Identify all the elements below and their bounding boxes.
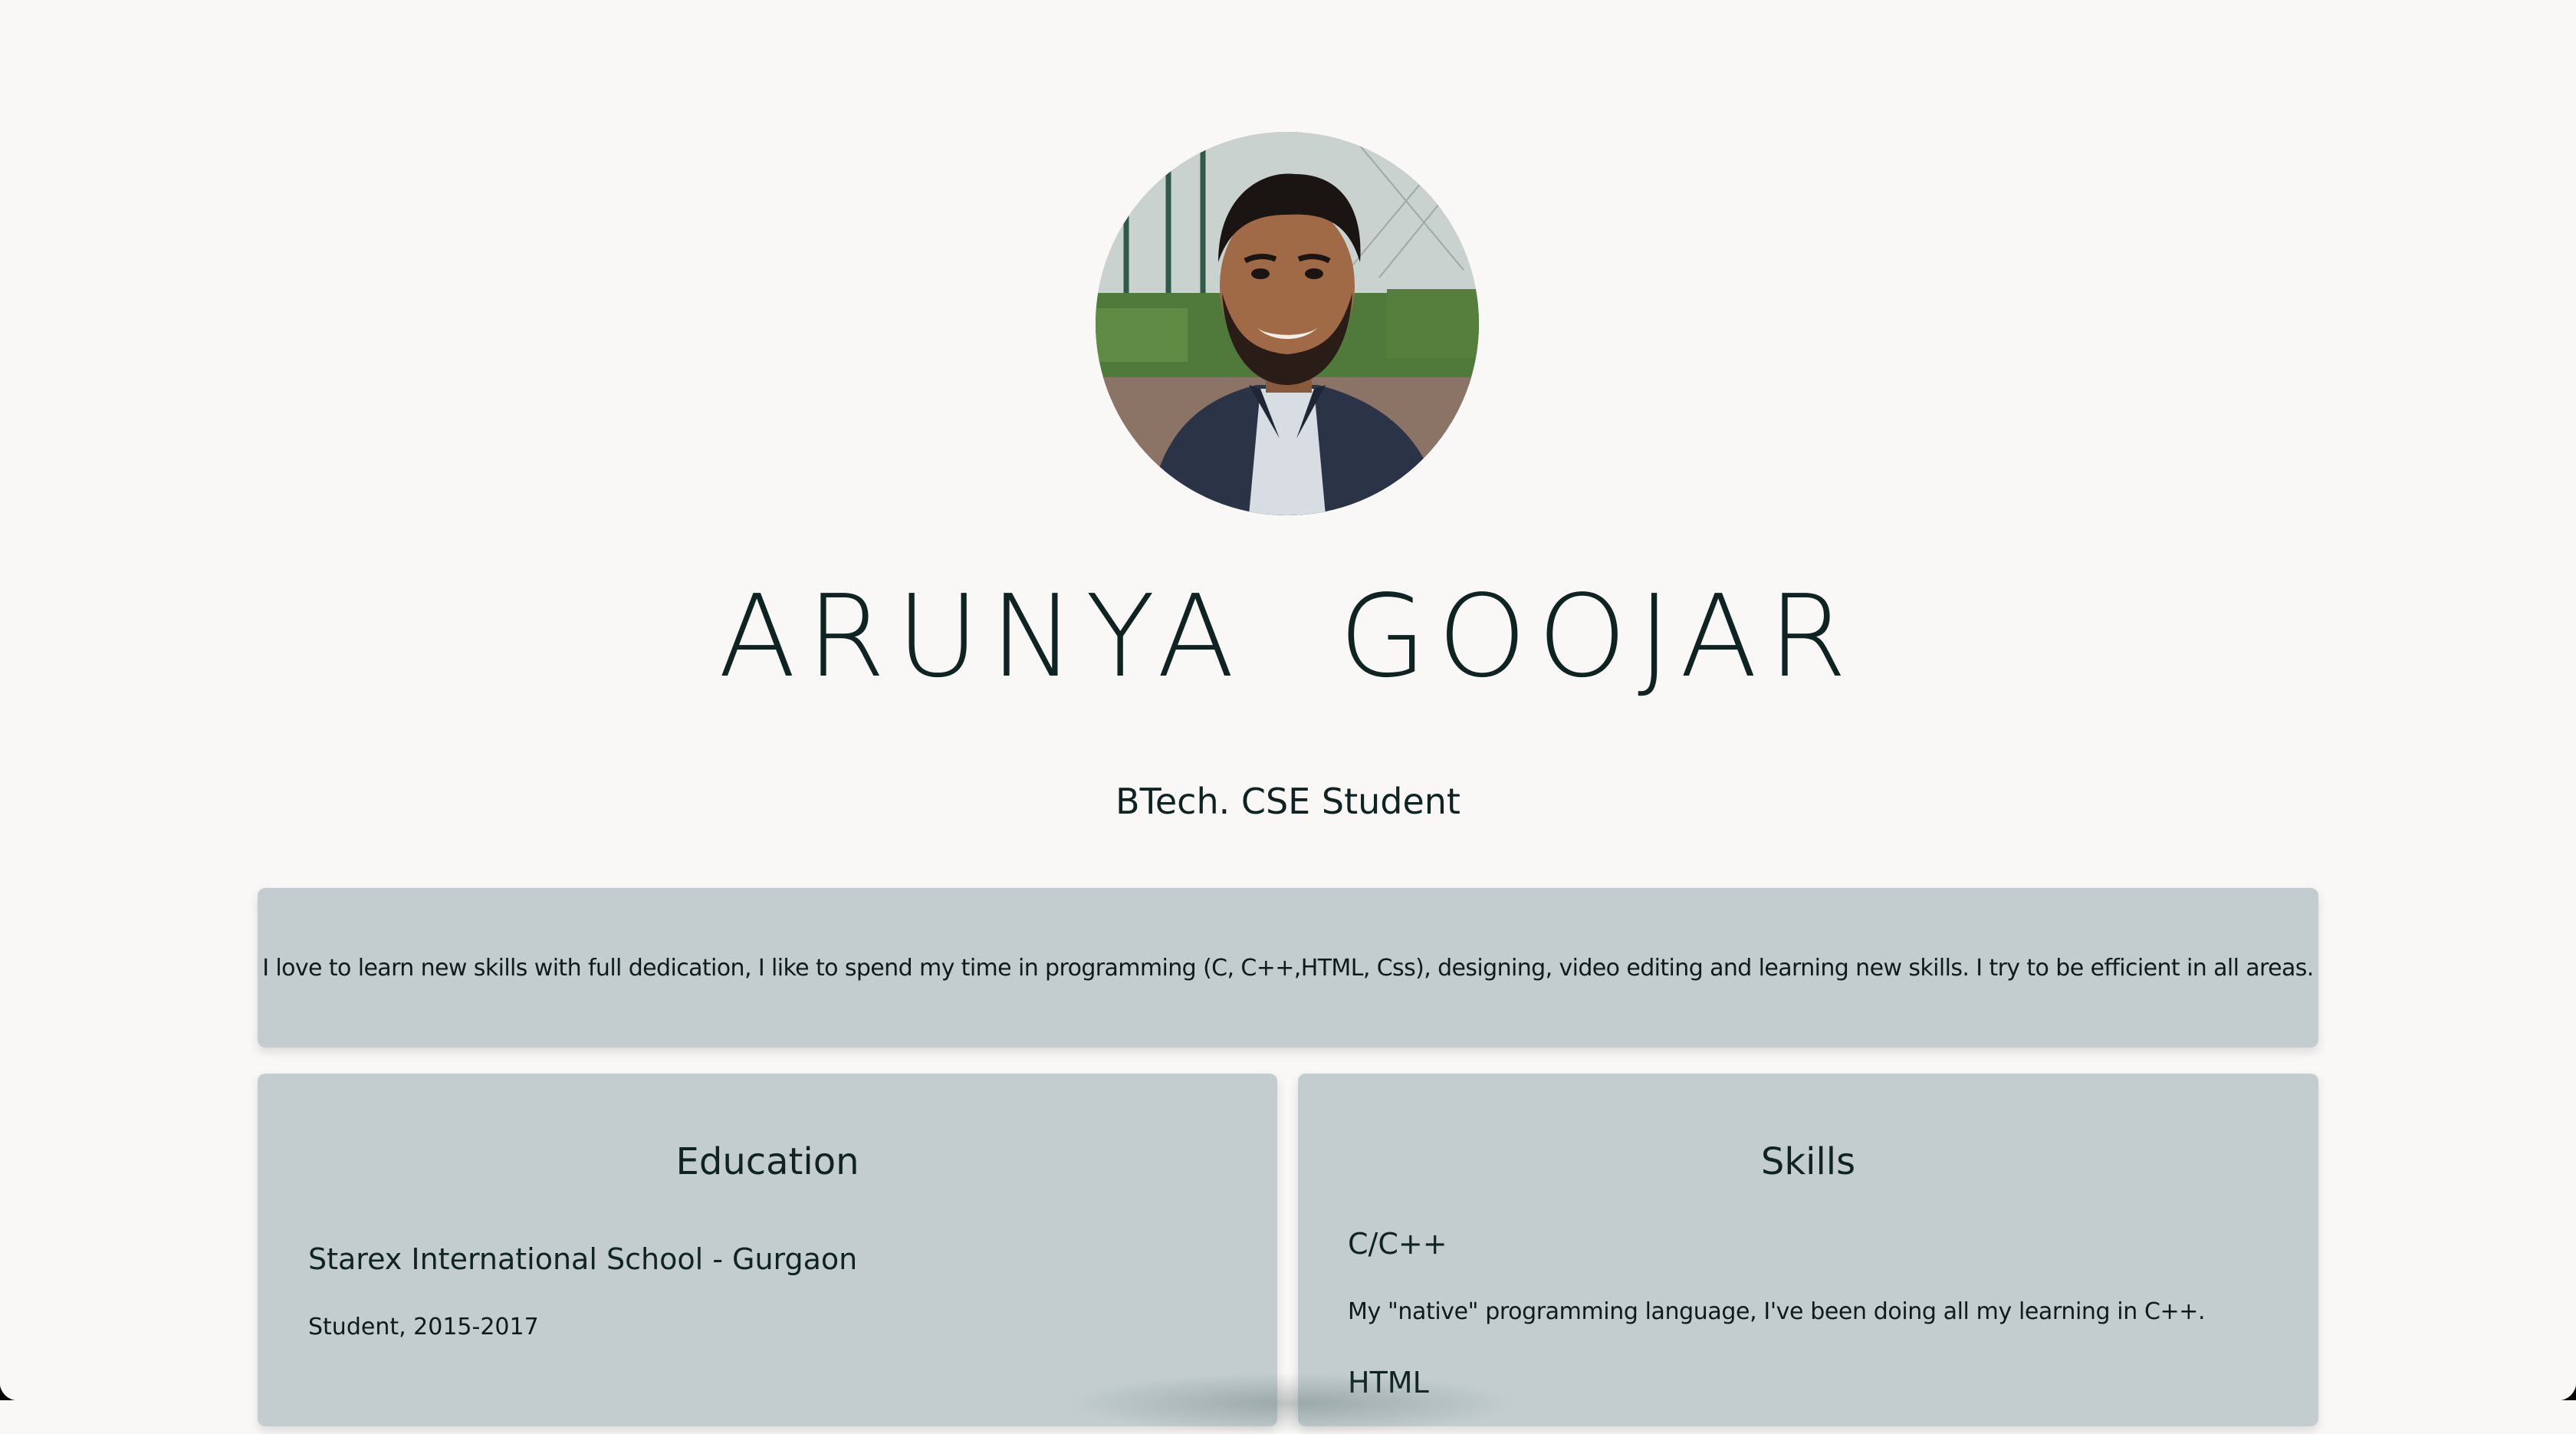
- skills-title: Skills: [1760, 1140, 1856, 1183]
- education-title: Education: [675, 1140, 859, 1183]
- profile-subtitle: BTech. CSE Student: [1116, 781, 1460, 822]
- window-corner: [2558, 1382, 2576, 1400]
- bio-card: I love to learn new skills with full ded…: [258, 888, 2318, 1048]
- profile-name: ARUNYA GOOJAR: [718, 571, 1858, 702]
- window-corner: [0, 1382, 18, 1400]
- skill-description: My "native" programming language, I've b…: [1348, 1298, 2206, 1325]
- profile-photo: [1096, 132, 1479, 515]
- skill-name: C/C++: [1348, 1227, 1447, 1261]
- education-school: Starex International School - Gurgaon: [308, 1242, 858, 1276]
- floating-shadow: [1066, 1373, 1518, 1434]
- bio-text: I love to learn new skills with full ded…: [262, 954, 2314, 982]
- education-role: Student, 2015-2017: [308, 1314, 539, 1340]
- skills-card: Skills: [1298, 1074, 2318, 1426]
